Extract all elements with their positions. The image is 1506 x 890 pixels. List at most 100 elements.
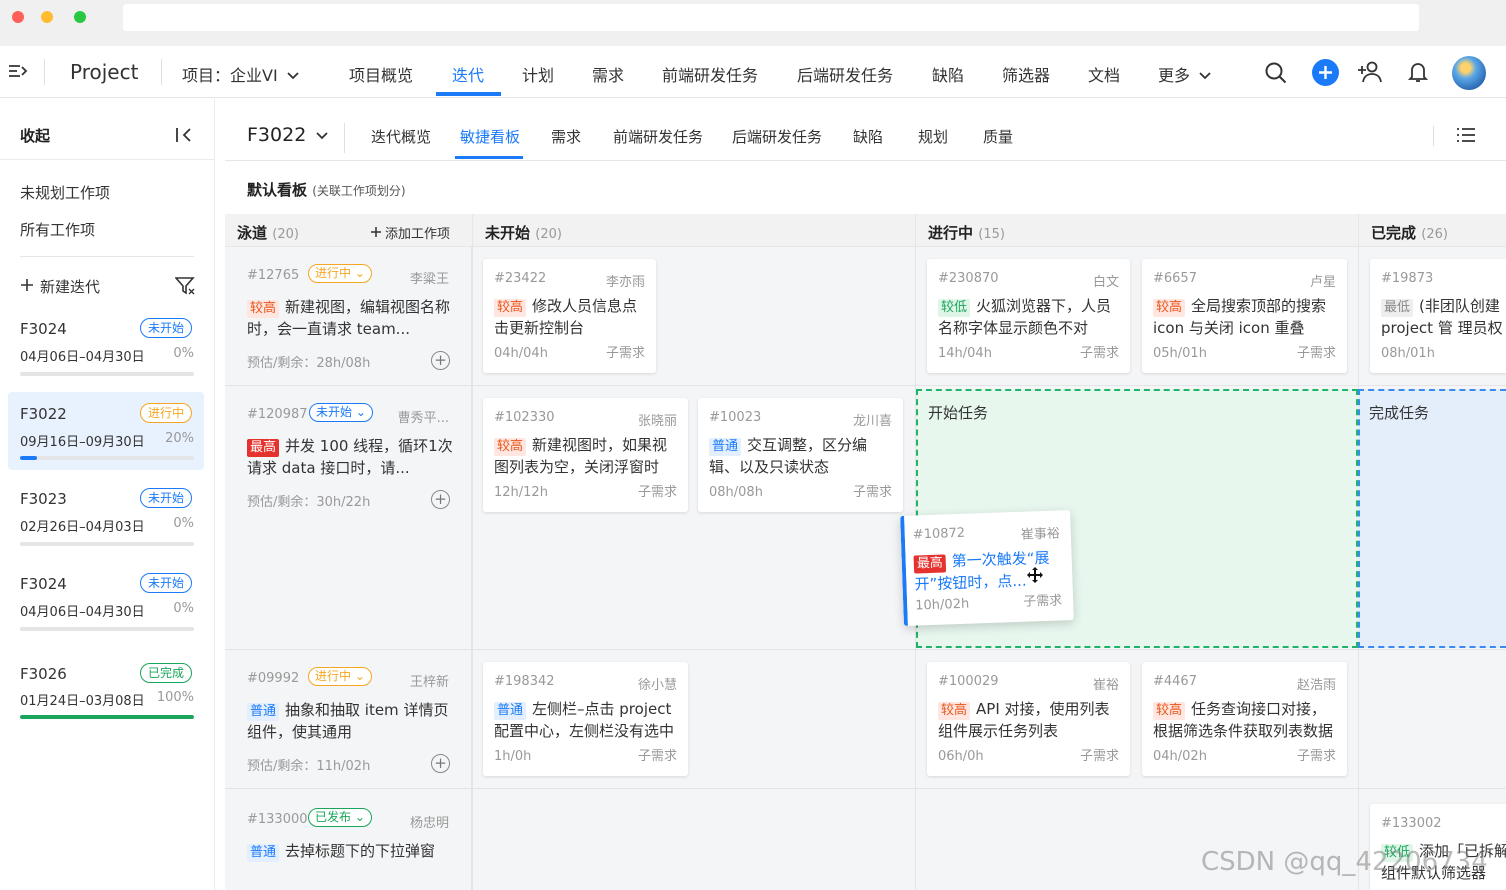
nav-plan[interactable]: 计划 <box>522 62 554 86</box>
nav-defects[interactable]: 缺陷 <box>932 62 964 86</box>
card-id: #19873 <box>1381 271 1434 286</box>
lane-status-dropdown[interactable]: 未开始 ⌄ <box>309 403 373 422</box>
bell-icon[interactable] <box>1407 60 1429 88</box>
tab-iteration-overview[interactable]: 迭代概览 <box>371 126 431 147</box>
column-name: 已完成 <box>1371 224 1417 242</box>
main-panel: F3022 迭代概览 敏捷看板 需求 前端研发任务 后端研发任务 缺陷 规划 质… <box>225 99 1506 890</box>
tab-agile-board[interactable]: 敏捷看板 <box>460 126 520 147</box>
iteration-item[interactable]: F3026 已完成 01月24日–03月08日 100% <box>8 654 204 732</box>
iteration-progress: 0% <box>173 516 194 531</box>
task-card[interactable]: #6657 卢星 较高 全局搜索顶部的搜索 icon 与关闭 icon 重叠 05… <box>1142 259 1347 373</box>
close-window-button[interactable] <box>12 11 24 23</box>
iteration-selector[interactable]: F3022 <box>247 124 328 146</box>
add-member-icon[interactable] <box>1357 61 1383 87</box>
card-id: #6657 <box>1153 271 1197 286</box>
card-owner: 徐小慧 <box>637 678 677 693</box>
add-work-item-button[interactable]: 添加工作项 <box>370 223 450 242</box>
search-icon[interactable] <box>1265 62 1287 88</box>
collapse-sidebar-icon[interactable] <box>175 127 193 147</box>
unplanned-items-link[interactable]: 未规划工作项 <box>20 182 110 203</box>
nav-overview[interactable]: 项目概览 <box>349 62 413 86</box>
nav-docs[interactable]: 文档 <box>1088 62 1120 86</box>
priority-badge: 最高 <box>247 439 280 457</box>
lane-status-dropdown[interactable]: 进行中 ⌄ <box>308 667 372 686</box>
lane-status: 已发布 <box>315 810 352 824</box>
nav-requirements[interactable]: 需求 <box>592 62 624 86</box>
status-badge: 已完成 <box>139 663 192 683</box>
nav-filters[interactable]: 筛选器 <box>1002 62 1050 86</box>
address-bar[interactable] <box>123 4 1419 31</box>
task-card[interactable]: #198342 徐小慧 普通 左侧栏–点击 project 配置中心，左侧栏没有选… <box>483 662 688 776</box>
task-card[interactable]: #100029 崔裕 较高 API 对接，使用列表组件展示任务列表 06h/0h … <box>927 662 1130 776</box>
card-title: 普通 交互调整，区分编辑、以及只读状态 <box>709 434 893 478</box>
swimlane[interactable]: #12765 进行中 ⌄ 李粱王 较高 新建视图，编辑视图名称时，会一直请求 te… <box>225 247 471 385</box>
iteration-progress: 20% <box>165 431 194 446</box>
nav-frontend-tasks[interactable]: 前端研发任务 <box>662 62 758 86</box>
lane-id: #133000 <box>247 812 308 827</box>
task-card[interactable]: #230870 白文 较低 火狐浏览器下，人员名称字体显示颜色不对 14h/04h… <box>927 259 1130 373</box>
lane-status-dropdown[interactable]: 进行中 ⌄ <box>308 264 372 283</box>
tab-backend-tasks[interactable]: 后端研发任务 <box>732 126 822 147</box>
swimlane[interactable]: #09992 进行中 ⌄ 王梓新 普通 抽象和抽取 item 详情页组件，使其通用… <box>225 650 471 788</box>
progress-bar <box>20 542 194 546</box>
card-estimate: 04h/02h <box>1153 749 1207 764</box>
iteration-name: F3026 <box>20 665 67 683</box>
lane-status: 进行中 <box>315 669 352 683</box>
add-card-icon[interactable]: + <box>431 351 450 370</box>
card-title: 较高 任务查询接口对接，根据筛选条件获取列表数据 <box>1153 698 1337 742</box>
task-card[interactable]: #19873 最低 (非团队创建 project 管 理员权 08h/01h <box>1370 259 1506 373</box>
create-button[interactable] <box>1312 59 1339 86</box>
iteration-item[interactable]: F3024 未开始 04月06日–04月30日 0% <box>8 564 204 642</box>
filter-icon[interactable] <box>174 277 195 299</box>
iteration-name: F3024 <box>20 575 67 593</box>
add-card-icon[interactable]: + <box>431 490 450 509</box>
tab-requirements[interactable]: 需求 <box>551 126 581 147</box>
tab-planning[interactable]: 规划 <box>918 126 948 147</box>
lane-title[interactable]: 较高 新建视图，编辑视图名称时，会一直请求 team... <box>247 296 455 340</box>
add-card-icon[interactable]: + <box>431 754 450 773</box>
tab-active-indicator <box>455 156 523 159</box>
new-iteration-button[interactable]: 新建迭代 <box>20 276 100 297</box>
iteration-item-active[interactable]: F3022 进行中 09月16日–09月30日 20% <box>8 392 204 470</box>
nav-iteration[interactable]: 迭代 <box>452 62 484 86</box>
priority-badge: 普通 <box>247 844 280 862</box>
nav-backend-tasks[interactable]: 后端研发任务 <box>797 62 893 86</box>
nav-more[interactable]: 更多 <box>1158 62 1211 86</box>
project-label: 项目：企业VI <box>182 66 278 85</box>
task-card[interactable]: #23422 李亦雨 较高 修改人员信息点击更新控制台 04h/04h 子需求 <box>483 259 656 373</box>
iteration-dates: 02月26日–04月03日 <box>20 520 145 535</box>
move-cursor-icon <box>1027 567 1043 587</box>
all-items-link[interactable]: 所有工作项 <box>20 219 95 240</box>
card-subtype: 子需求 <box>852 485 892 500</box>
dragging-task-card[interactable]: #10872 崔事裕 最高 第一次触发“展开”按钮时，点... 10h/02h 子… <box>900 510 1074 626</box>
lane-estimate: 预估/剩余：11h/02h <box>247 759 371 774</box>
priority-badge: 较高 <box>1153 299 1186 317</box>
lane-status-dropdown[interactable]: 已发布 ⌄ <box>308 808 372 827</box>
minimize-window-button[interactable] <box>41 11 53 23</box>
tab-defects[interactable]: 缺陷 <box>853 126 883 147</box>
task-card[interactable]: #10023 龙川喜 普通 交互调整，区分编辑、以及只读状态 08h/08h 子需… <box>698 398 903 512</box>
project-selector[interactable]: 项目：企业VI <box>182 62 299 86</box>
tab-frontend-tasks[interactable]: 前端研发任务 <box>613 126 703 147</box>
plus-icon <box>21 279 33 291</box>
dropzone-complete-task[interactable]: 完成任务 <box>1358 389 1506 648</box>
lane-title[interactable]: 普通 抽象和抽取 item 详情页组件，使其通用 <box>247 699 455 743</box>
iteration-item[interactable]: F3024 未开始 04月06日–04月30日 0% <box>8 309 204 387</box>
menu-expand-icon[interactable] <box>8 63 28 83</box>
lane-title[interactable]: 最高 并发 100 线程，循环1次请求 data 接口时，请... <box>247 435 455 479</box>
swimlane[interactable]: #133000 已发布 ⌄ 杨忠明 普通 去掉标题下的下拉弹窗 <box>225 789 471 890</box>
tab-quality[interactable]: 质量 <box>983 126 1013 147</box>
card-id: #4467 <box>1153 674 1197 689</box>
list-view-icon[interactable] <box>1456 127 1476 147</box>
iteration-progress: 0% <box>173 346 194 361</box>
card-subtype: 子需求 <box>1079 749 1119 764</box>
maximize-window-button[interactable] <box>74 11 86 23</box>
iteration-item[interactable]: F3023 未开始 02月26日–04月03日 0% <box>8 479 204 557</box>
iteration-dates: 09月16日–09月30日 <box>20 435 145 450</box>
user-avatar[interactable] <box>1452 56 1486 90</box>
task-card[interactable]: #102330 张晓丽 较高 新建视图时，如果视图列表为空，关闭浮窗时 12h/1… <box>483 398 688 512</box>
task-card[interactable]: #4467 赵浩雨 较高 任务查询接口对接，根据筛选条件获取列表数据 04h/02… <box>1142 662 1347 776</box>
lane-title[interactable]: 普通 去掉标题下的下拉弹窗 <box>247 840 455 862</box>
priority-badge: 最高 <box>913 554 947 574</box>
swimlane[interactable]: #120987 未开始 ⌄ 曹秀平... 最高 并发 100 线程，循环1次请求 … <box>225 386 471 649</box>
